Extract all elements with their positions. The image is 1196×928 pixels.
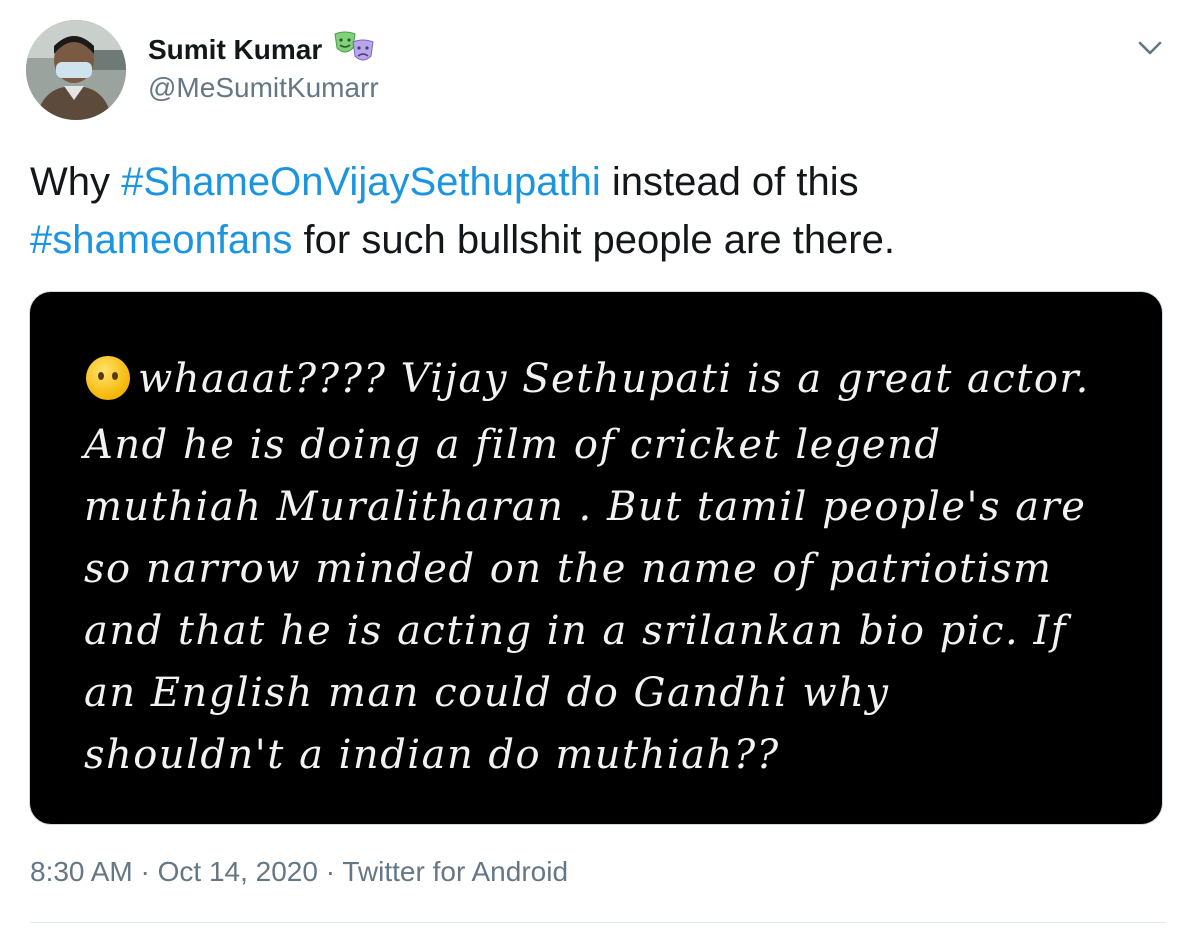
tweet-meta: 8:30 AM · Oct 14, 2020 · Twitter for And… xyxy=(30,856,568,888)
media-text-line: muthiah Muralitharan . But tamil people'… xyxy=(84,484,1087,530)
tweet-text-segment: instead of this xyxy=(600,160,859,204)
author-display-name[interactable]: Sumit Kumar xyxy=(148,34,322,66)
media-text-line: whaaat???? Vijay Sethupati is a great ac… xyxy=(84,354,1090,402)
separator: · xyxy=(317,856,343,887)
performing-arts-masks-icon xyxy=(333,30,377,66)
avatar[interactable] xyxy=(26,20,126,120)
media-text-line: And he is doing a film of cricket legend xyxy=(84,422,942,468)
media-text-line: so narrow minded on the name of patrioti… xyxy=(84,546,1053,592)
hashtag-link[interactable]: #shameonfans xyxy=(30,218,292,262)
tweet-source[interactable]: Twitter for Android xyxy=(342,856,568,887)
media-text-line: an English man could do Gandhi why xyxy=(84,670,890,716)
media-text: whaaat???? Vijay Sethupati is a great ac… xyxy=(138,356,1090,402)
tweet-time[interactable]: 8:30 AM xyxy=(30,856,133,887)
media-text-line: shouldn't a indian do muthiah?? xyxy=(84,732,780,778)
separator: · xyxy=(132,856,158,887)
tweet-text: Why #ShameOnVijaySethupathi instead of t… xyxy=(30,153,1170,269)
chevron-down-icon[interactable] xyxy=(1134,34,1166,62)
media-text-line: and that he is acting in a srilankan bio… xyxy=(84,608,1068,654)
divider xyxy=(30,922,1166,923)
author-handle[interactable]: @MeSumitKumarr xyxy=(148,72,379,104)
tweet-text-segment: Why xyxy=(30,160,122,204)
hashtag-link[interactable]: #ShameOnVijaySethupathi xyxy=(121,160,601,204)
tweet-media-image[interactable]: whaaat???? Vijay Sethupati is a great ac… xyxy=(29,291,1163,825)
face-without-mouth-icon xyxy=(84,354,132,402)
tweet-date[interactable]: Oct 14, 2020 xyxy=(158,856,318,887)
tweet-text-segment: for such bullshit people are there. xyxy=(292,218,895,262)
